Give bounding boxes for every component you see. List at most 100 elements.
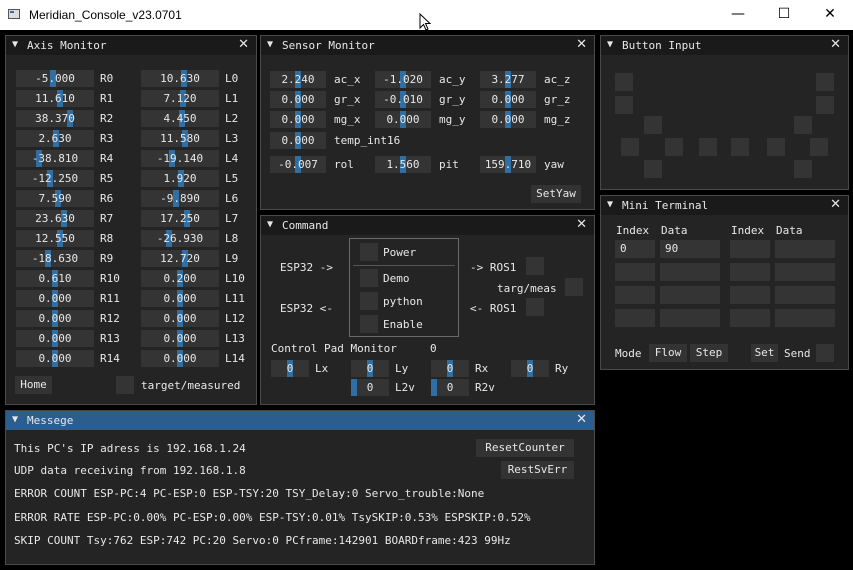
pad-button-indicator[interactable] (699, 138, 717, 156)
sensor-slider[interactable]: 159.710 (480, 156, 536, 173)
sensor-slider[interactable]: 0.000 (480, 91, 536, 108)
data-input[interactable] (660, 309, 720, 327)
pad-slider[interactable]: 0 (351, 360, 389, 377)
sensor-slider[interactable]: 0.000 (270, 111, 326, 128)
triangle-down-icon[interactable]: ▼ (267, 219, 273, 230)
data-input[interactable] (775, 286, 835, 304)
setyaw-button[interactable]: SetYaw (531, 185, 581, 203)
maximize-button[interactable]: ☐ (761, 0, 807, 30)
axis-l-slider[interactable]: 4.450 (141, 110, 219, 127)
step-button[interactable]: Step (690, 344, 728, 362)
index-input[interactable] (615, 309, 655, 327)
close-icon[interactable]: ✕ (576, 37, 587, 52)
sensor-slider[interactable]: 3.277 (480, 71, 536, 88)
pad-button-indicator[interactable] (621, 138, 639, 156)
triangle-down-icon[interactable]: ▼ (12, 414, 18, 425)
axis-l-slider[interactable]: 0.000 (141, 310, 219, 327)
set-button[interactable]: Set (751, 344, 778, 362)
triangle-down-icon[interactable]: ▼ (607, 39, 613, 50)
axis-l-slider[interactable]: 11.580 (141, 130, 219, 147)
axis-l-slider[interactable]: 0.000 (141, 290, 219, 307)
triangle-down-icon[interactable]: ▼ (267, 39, 273, 50)
axis-r-slider[interactable]: -12.250 (16, 170, 94, 187)
pad-slider[interactable]: 0 (511, 360, 549, 377)
send-checkbox[interactable] (816, 344, 834, 362)
demo-checkbox[interactable] (360, 269, 378, 287)
close-window-button[interactable]: ✕ (807, 0, 853, 30)
axis-l-slider[interactable]: 12.720 (141, 250, 219, 267)
command-header[interactable]: ▼ Command ✕ (261, 216, 594, 235)
flow-button[interactable]: Flow (649, 344, 687, 362)
axis-l-slider[interactable]: -19.140 (141, 150, 219, 167)
data-input[interactable] (775, 309, 835, 327)
pad-button-indicator[interactable] (665, 138, 683, 156)
pad-button-indicator[interactable] (816, 73, 834, 91)
triangle-down-icon[interactable]: ▼ (607, 199, 613, 210)
axis-r-slider[interactable]: 38.370 (16, 110, 94, 127)
axis-l-slider[interactable]: 7.120 (141, 90, 219, 107)
sensor-slider[interactable]: 0.000 (480, 111, 536, 128)
pad-slider[interactable]: 0 (431, 360, 469, 377)
index-input[interactable] (730, 263, 770, 281)
axis-r-slider[interactable]: 12.550 (16, 230, 94, 247)
triangle-down-icon[interactable]: ▼ (12, 39, 18, 50)
pad-button-indicator[interactable] (731, 138, 749, 156)
axis-r-slider[interactable]: 23.630 (16, 210, 94, 227)
ros1-out-checkbox[interactable] (526, 257, 544, 275)
axis-l-slider[interactable]: -26.930 (141, 230, 219, 247)
ros1-in-checkbox[interactable] (526, 298, 544, 316)
pad-slider[interactable]: 0 (271, 360, 309, 377)
close-icon[interactable]: ✕ (576, 217, 587, 232)
python-checkbox[interactable] (360, 292, 378, 310)
axis-r-slider[interactable]: 0.000 (16, 350, 94, 367)
index-input[interactable] (730, 240, 770, 258)
power-checkbox[interactable] (360, 243, 378, 261)
pad-button-indicator[interactable] (615, 73, 633, 91)
reset-counter-button[interactable]: ResetCounter (476, 439, 574, 457)
sensor-slider[interactable]: 0.000 (270, 91, 326, 108)
sensor-slider[interactable]: -0.007 (270, 156, 326, 173)
slider-grab[interactable] (431, 379, 437, 396)
index-input[interactable] (730, 309, 770, 327)
index-input[interactable]: 0 (615, 240, 655, 258)
close-icon[interactable]: ✕ (830, 197, 841, 212)
data-input[interactable]: 90 (660, 240, 720, 258)
pad-button-indicator[interactable] (767, 138, 785, 156)
index-input[interactable] (615, 263, 655, 281)
axis-l-slider[interactable]: 10.630 (141, 70, 219, 87)
axis-r-slider[interactable]: 0.610 (16, 270, 94, 287)
sensor-slider[interactable]: -1.020 (375, 71, 431, 88)
data-input[interactable] (660, 263, 720, 281)
axis-r-slider[interactable]: -5.000 (16, 70, 94, 87)
pad-button-indicator[interactable] (794, 160, 812, 178)
axis-r-slider[interactable]: 0.000 (16, 310, 94, 327)
axis-r-slider[interactable]: 0.000 (16, 290, 94, 307)
close-icon[interactable]: ✕ (576, 412, 587, 427)
targ-meas-checkbox[interactable] (565, 278, 583, 296)
sensor-slider[interactable]: 0.000 (270, 132, 326, 149)
minimize-button[interactable]: — (715, 0, 761, 30)
close-icon[interactable]: ✕ (238, 37, 249, 52)
pad-slider[interactable]: 0 (431, 379, 469, 396)
slider-grab[interactable] (351, 379, 357, 396)
axis-r-slider[interactable]: -18.630 (16, 250, 94, 267)
pad-button-indicator[interactable] (816, 96, 834, 114)
axis-l-slider[interactable]: 17.250 (141, 210, 219, 227)
pad-slider[interactable]: 0 (351, 379, 389, 396)
pad-button-indicator[interactable] (644, 116, 662, 134)
sensor-monitor-header[interactable]: ▼ Sensor Monitor ✕ (261, 36, 594, 55)
data-input[interactable] (660, 286, 720, 304)
pad-button-indicator[interactable] (644, 160, 662, 178)
index-input[interactable] (730, 286, 770, 304)
axis-r-slider[interactable]: 7.590 (16, 190, 94, 207)
close-icon[interactable]: ✕ (830, 37, 841, 52)
sensor-slider[interactable]: 1.560 (375, 156, 431, 173)
axis-l-slider[interactable]: 0.000 (141, 350, 219, 367)
message-header[interactable]: ▼ Messege ✕ (6, 411, 594, 430)
axis-l-slider[interactable]: 0.000 (141, 330, 219, 347)
axis-monitor-header[interactable]: ▼ Axis Monitor ✕ (6, 36, 256, 55)
axis-l-slider[interactable]: -9.890 (141, 190, 219, 207)
button-input-header[interactable]: ▼ Button Input ✕ (601, 36, 848, 55)
axis-r-slider[interactable]: 2.630 (16, 130, 94, 147)
axis-r-slider[interactable]: 0.000 (16, 330, 94, 347)
